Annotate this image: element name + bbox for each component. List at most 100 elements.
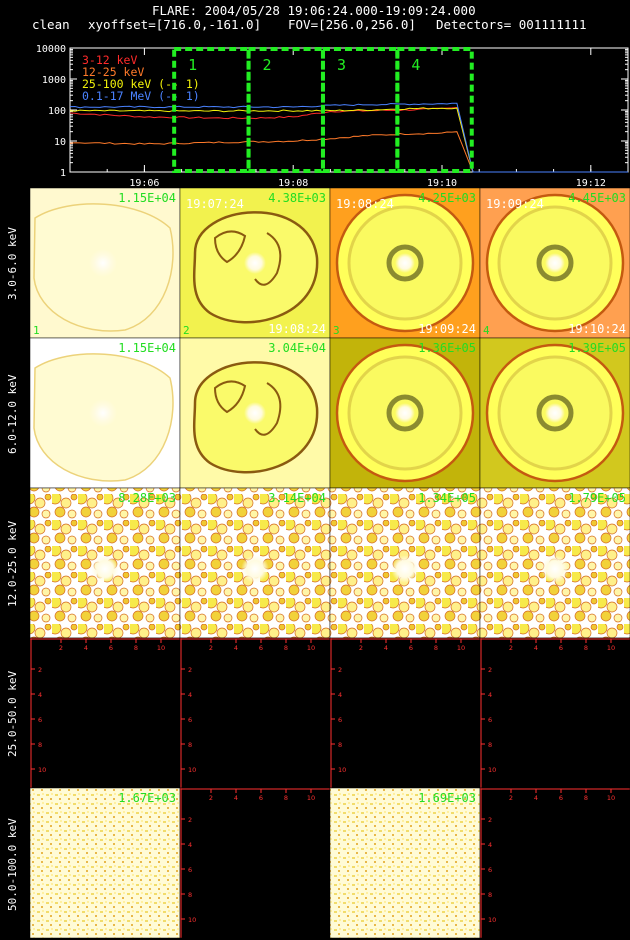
interval-number-label: 3	[333, 324, 340, 337]
empty-axis-tick-label: 4	[338, 691, 342, 699]
peak-value-label: 1.67E+03	[118, 791, 176, 805]
peak-value-label: 1.34E+05	[418, 491, 476, 505]
empty-axis-tick-label: 8	[284, 794, 288, 802]
peak-value-label: 3.04E+04	[268, 341, 326, 355]
empty-axis-tick-label: 2	[509, 794, 513, 802]
image-cell: 4.25E+03 19:08:24 19:09:24 3	[329, 187, 481, 339]
cell-background	[180, 788, 330, 938]
source-core	[391, 555, 419, 583]
cell-background	[180, 638, 330, 788]
empty-axis-tick-label: 2	[38, 666, 42, 674]
empty-axis-tick-label: 10	[338, 766, 346, 774]
empty-axis-tick-label: 8	[338, 741, 342, 749]
image-cell: 8.28E+03	[29, 487, 181, 639]
image-cell: 3.14E+04	[179, 487, 331, 639]
row-label: 12.0-25.0 keV	[6, 521, 19, 608]
peak-value-label: 1.39E+05	[568, 341, 626, 355]
image-cell: 1.36E+05	[329, 337, 481, 489]
image-grid: 1.15E+04 1 4.38E+03 19:07:24 19:08:24 2 4.25E+…	[29, 187, 630, 939]
empty-axis-tick-label: 10	[607, 644, 615, 652]
empty-axis-tick-label: 10	[457, 644, 465, 652]
empty-axis-tick-label: 2	[209, 794, 213, 802]
cell-background	[30, 638, 180, 788]
empty-axis-tick-label: 2	[188, 816, 192, 824]
source-core	[89, 399, 117, 427]
row-label: 50.0-100.0 keV	[6, 817, 19, 911]
row-label: 3.0-6.0 keV	[6, 227, 19, 301]
empty-axis-tick-label: 2	[188, 666, 192, 674]
image-cell: 2 2 4 4 6 6 8 8 10 10	[479, 787, 630, 939]
empty-axis-tick-label: 6	[188, 716, 192, 724]
empty-axis-tick-label: 8	[284, 644, 288, 652]
empty-axis-tick-label: 6	[188, 866, 192, 874]
source-core	[541, 555, 569, 583]
image-cell: 2 2 4 4 6 6 8 8 10 10	[179, 637, 331, 789]
peak-value-label: 4.38E+03	[268, 191, 326, 205]
empty-axis-tick-label: 8	[488, 741, 492, 749]
peak-value-label: 1.69E+03	[418, 791, 476, 805]
row-label: 6.0-12.0 keV	[6, 374, 19, 454]
energy-row-labels: 3.0-6.0 keV 6.0-12.0 keV 12.0-25.0 keV 25.0…	[0, 0, 30, 940]
empty-axis-tick-label: 6	[488, 866, 492, 874]
empty-axis-tick-label: 6	[259, 644, 263, 652]
image-cell: 2 2 4 4 6 6 8 8 10 10	[329, 637, 481, 789]
empty-axis-tick-label: 10	[188, 916, 196, 924]
empty-axis-tick-label: 6	[559, 794, 563, 802]
empty-axis-tick-label: 8	[434, 644, 438, 652]
interval-number-label: 1	[33, 324, 40, 337]
cell-background	[480, 788, 630, 938]
image-cell: 1.15E+04 1	[29, 187, 181, 339]
image-cell: 1.39E+05	[479, 337, 630, 489]
empty-axis-tick-label: 4	[188, 691, 192, 699]
empty-axis-tick-label: 8	[584, 644, 588, 652]
empty-axis-tick-label: 6	[38, 716, 42, 724]
source-core	[91, 555, 119, 583]
empty-axis-tick-label: 8	[38, 741, 42, 749]
noise-fill	[30, 788, 180, 938]
empty-axis-tick-label: 2	[509, 644, 513, 652]
empty-axis-tick-label: 2	[209, 644, 213, 652]
image-cell: 4.38E+03 19:07:24 19:08:24 2	[179, 187, 331, 339]
end-time-label: 19:09:24	[418, 322, 476, 336]
image-cell: 2 2 4 4 6 6 8 8 10 10	[29, 637, 181, 789]
source-core	[241, 555, 269, 583]
empty-axis-tick-label: 6	[559, 644, 563, 652]
image-cell: 1.79E+05	[479, 487, 630, 639]
empty-axis-tick-label: 2	[338, 666, 342, 674]
empty-axis-tick-label: 2	[359, 644, 363, 652]
start-time-label: 19:08:24	[336, 197, 394, 211]
empty-axis-tick-label: 6	[109, 644, 113, 652]
empty-axis-tick-label: 4	[534, 794, 538, 802]
source-core	[545, 403, 565, 423]
empty-axis-tick-label: 8	[188, 891, 192, 899]
empty-axis-tick-label: 10	[188, 766, 196, 774]
peak-value-label: 1.79E+05	[568, 491, 626, 505]
peak-value-label: 4.25E+03	[418, 191, 476, 205]
source-core	[89, 249, 117, 277]
empty-axis-tick-label: 10	[157, 644, 165, 652]
end-time-label: 19:08:24	[268, 322, 326, 336]
empty-axis-tick-label: 10	[488, 766, 496, 774]
empty-axis-tick-label: 4	[38, 691, 42, 699]
noise-fill	[330, 788, 480, 938]
start-time-label: 19:07:24	[186, 197, 244, 211]
image-cell: 1.69E+03	[329, 787, 481, 939]
image-cell: 1.15E+04	[29, 337, 181, 489]
row-label: 25.0-50.0 keV	[6, 671, 19, 758]
empty-axis-tick-label: 6	[338, 716, 342, 724]
start-time-label: 19:09:24	[486, 197, 544, 211]
image-cell: 1.34E+05	[329, 487, 481, 639]
empty-axis-tick-label: 10	[38, 766, 46, 774]
cell-background	[480, 638, 630, 788]
empty-axis-tick-label: 4	[488, 841, 492, 849]
image-cell: 2 2 4 4 6 6 8 8 10 10	[179, 787, 331, 939]
empty-axis-tick-label: 6	[409, 644, 413, 652]
peak-value-label: 1.15E+04	[118, 191, 176, 205]
source-core	[244, 402, 266, 424]
empty-axis-tick-label: 8	[488, 891, 492, 899]
empty-axis-tick-label: 10	[488, 916, 496, 924]
source-core	[395, 253, 415, 273]
empty-axis-tick-label: 2	[488, 816, 492, 824]
empty-axis-tick-label: 4	[188, 841, 192, 849]
empty-axis-tick-label: 10	[307, 794, 315, 802]
